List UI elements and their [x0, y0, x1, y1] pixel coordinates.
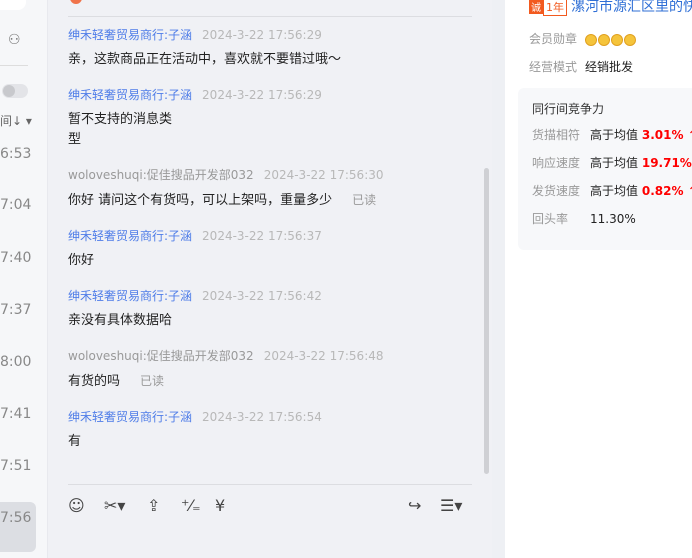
- metric-text: 高于均值: [590, 156, 639, 170]
- message-time: 2024-3-22 17:56:48: [263, 349, 384, 363]
- sender-name: 绅禾轻奢贸易商行:子涵: [68, 410, 193, 424]
- shop-name[interactable]: 漯河市源汇区里的快: [571, 0, 692, 15]
- competition-row: 响应速度高于均值 19.71% ↑: [532, 154, 692, 171]
- message-text: 有: [68, 434, 82, 449]
- emoji-icon[interactable]: ☺: [68, 496, 85, 515]
- competition-row: 发货速度高于均值 0.82% ↑: [532, 182, 692, 199]
- message-time: 2024-3-22 17:56:29: [202, 28, 322, 42]
- message-time: 2024-3-22 17:56:42: [202, 289, 322, 303]
- message-item: 绅禾轻奢贸易商行:子涵 2024-3-22 17:56:29 暂不支持的消息类 型: [68, 86, 468, 150]
- conversation-time[interactable]: 7:41: [0, 406, 31, 422]
- metric-text: 高于均值: [590, 128, 639, 142]
- sender-name: 绅禾轻奢贸易商行:子涵: [68, 28, 193, 42]
- divider: [68, 484, 472, 485]
- mode-label: 经营模式: [529, 60, 578, 74]
- message-text: 暂不支持的消息类 型: [68, 112, 173, 147]
- scrollbar[interactable]: [484, 168, 489, 474]
- message-item: 绅禾轻奢贸易商行:子涵 2024-3-22 17:56:42 亲没有具体数据哈: [68, 287, 468, 331]
- medal-icons: [585, 32, 637, 46]
- metric-label: 货描相符: [532, 128, 581, 142]
- years-badge: 1年: [543, 0, 567, 16]
- message-time: 2024-3-22 17:56:54: [202, 410, 322, 424]
- conversation-time[interactable]: 7:56: [0, 510, 31, 526]
- conversation-time[interactable]: 6:53: [0, 146, 31, 162]
- divider: [68, 16, 472, 17]
- conversation-time[interactable]: 7:51: [0, 458, 31, 474]
- message-text: 有货的吗: [68, 374, 121, 389]
- read-status: 已读: [352, 193, 377, 207]
- sender-name: 绅禾轻奢贸易商行:子涵: [68, 289, 193, 303]
- metric-label: 响应速度: [532, 156, 581, 170]
- conversation-time[interactable]: 7:40: [0, 250, 31, 266]
- metric-label: 回头率: [532, 212, 569, 226]
- org-icon[interactable]: ⚇: [8, 32, 21, 48]
- message-time: 2024-3-22 17:56:29: [202, 88, 322, 102]
- calculator-icon[interactable]: ⁺⁄₌: [181, 496, 201, 515]
- search-box[interactable]: [0, 0, 26, 10]
- upload-icon[interactable]: ⇪: [147, 496, 160, 515]
- message-item: 绅禾轻奢贸易商行:子涵 2024-3-22 17:56:54 有: [68, 408, 468, 452]
- avatar: [70, 0, 82, 4]
- message-text: 亲，这款商品正在活动中，喜欢就不要错过哦～: [68, 52, 342, 67]
- shop-name-row[interactable]: 诚 1年 漯河市源汇区里的快: [529, 0, 692, 16]
- invoice-icon[interactable]: ¥: [215, 496, 225, 515]
- medal-label: 会员勋章: [529, 32, 578, 46]
- sort-dropdown[interactable]: 间↓ ▾: [0, 112, 32, 129]
- message-item: 绅禾轻奢贸易商行:子涵 2024-3-22 17:56:37 你好: [68, 227, 468, 271]
- sender-name: 绅禾轻奢贸易商行:子涵: [68, 88, 193, 102]
- sender-name: woloveshuqi:促佳搜品开发部032: [68, 168, 254, 182]
- message-item: 绅禾轻奢贸易商行:子涵 2024-3-22 17:56:29 亲，这款商品正在活动中…: [68, 26, 468, 70]
- quick-reply-icon[interactable]: ☰▾: [440, 496, 462, 515]
- sender-name: 绅禾轻奢贸易商行:子涵: [68, 229, 193, 243]
- metric-value: 3.01% ↑: [641, 128, 692, 142]
- message-item: woloveshuqi:促佳搜品开发部032 2024-3-22 17:56:48…: [68, 347, 468, 392]
- trust-badge: 诚: [529, 0, 543, 14]
- metric-text: 高于均值: [590, 184, 639, 198]
- divider: [0, 65, 28, 66]
- competition-card: 同行间竞争力 货描相符高于均值 3.01% ↑响应速度高于均值 19.71% ↑…: [518, 88, 692, 250]
- message-time: 2024-3-22 17:56:30: [263, 168, 384, 182]
- scissors-icon[interactable]: ✂▾: [104, 496, 125, 515]
- message-item: woloveshuqi:促佳搜品开发部032 2024-3-22 17:56:30…: [68, 166, 468, 211]
- conversation-list: ⚇ 间↓ ▾ 6:53 7:04 7:40 7:37 8:00 7:41 7:51 7:56: [0, 0, 48, 558]
- message-text: 亲没有具体数据哈: [68, 313, 173, 328]
- message-list: 绅禾轻奢贸易商行:子涵 2024-3-22 17:56:29 亲，这款商品正在活动中…: [68, 26, 468, 468]
- metric-value: 11.30%: [590, 212, 636, 226]
- metric-value: 0.82% ↑: [641, 184, 692, 198]
- shop-info-panel: 诚 1年 漯河市源汇区里的快 会员勋章 经营模式 经销批发 同行间竞争力 货描相符 高于…: [505, 0, 692, 558]
- competition-row: 回头率 11.30%: [532, 210, 636, 227]
- conversation-time[interactable]: 7:04: [0, 197, 31, 213]
- metric-label: 发货速度: [532, 184, 581, 198]
- message-text: 你好: [68, 253, 95, 268]
- metric-value: 19.71% ↑: [641, 156, 692, 170]
- message-text: 你好 请问这个有货吗，可以上架吗，重量多少: [68, 193, 333, 208]
- mode-value: 经销批发: [585, 60, 634, 74]
- toggle-switch[interactable]: [2, 84, 28, 98]
- share-icon[interactable]: ↪: [408, 496, 421, 515]
- chat-panel: 绅禾轻奢贸易商行:子涵 2024-3-22 17:56:29 亲，这款商品正在活动中…: [48, 0, 492, 558]
- conversation-time[interactable]: 8:00: [0, 354, 31, 370]
- read-status: 已读: [140, 374, 165, 388]
- message-time: 2024-3-22 17:56:37: [202, 229, 322, 243]
- competition-title: 同行间竞争力: [532, 102, 605, 116]
- conversation-time[interactable]: 7:37: [0, 302, 31, 318]
- competition-row: 货描相符高于均值 3.01% ↑: [532, 126, 692, 143]
- sender-name: woloveshuqi:促佳搜品开发部032: [68, 349, 254, 363]
